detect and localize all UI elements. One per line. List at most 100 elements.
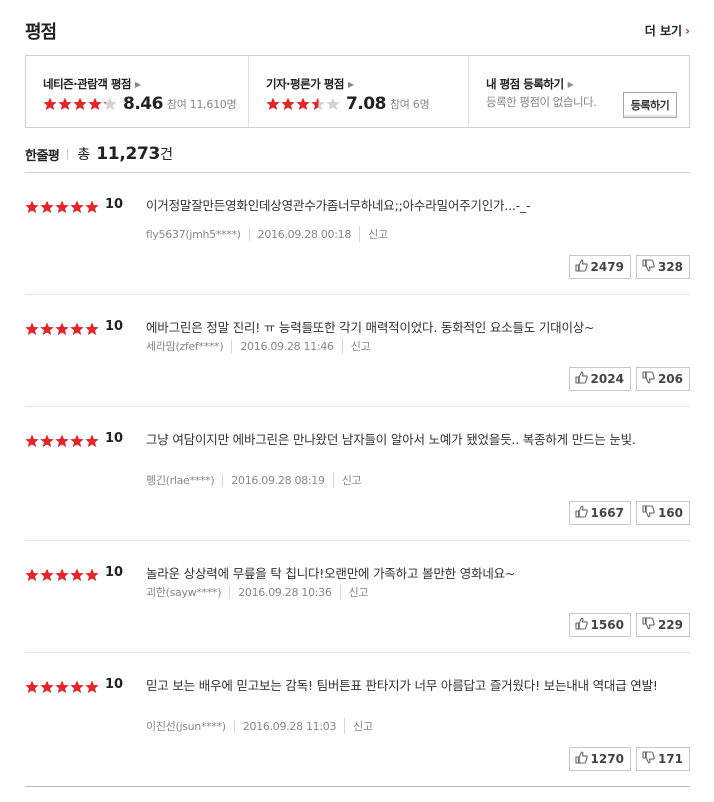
review-user[interactable]: 이진선(jsun****) [146, 718, 226, 734]
review-stars [25, 567, 99, 581]
dislike-button[interactable]: 160 [635, 501, 690, 525]
like-button[interactable]: 2479 [568, 255, 631, 279]
dislike-button[interactable]: 171 [635, 747, 690, 771]
review-meta: 이진선(jsun****) 2016.09.28 11:03 신고 [146, 718, 373, 734]
review-stars [25, 679, 99, 693]
like-button[interactable]: 1560 [568, 613, 631, 637]
report-link[interactable]: 신고 [359, 226, 388, 242]
review-meta: fly5637(jmh5****) 2016.09.28 00:18 신고 [146, 226, 388, 242]
section-title: 평점 [25, 22, 57, 43]
star-icon [85, 322, 99, 335]
star-icon [55, 680, 69, 693]
star-icon [40, 434, 54, 447]
like-count[interactable]: 1667 [591, 506, 624, 520]
register-rating-button[interactable]: 등록하기 [623, 92, 677, 118]
thumbs-up-icon [574, 617, 591, 633]
chevron-right-icon[interactable]: › [685, 24, 690, 38]
like-count[interactable]: 1560 [591, 618, 624, 632]
review-user[interactable]: 괴한(sayw****) [146, 584, 222, 600]
star-icon [25, 434, 39, 447]
review-meta: 괴한(sayw****) 2016.09.28 10:36 신고 [146, 584, 369, 600]
star-icon [70, 322, 84, 335]
netizen-stars [43, 97, 117, 111]
star-icon [85, 434, 99, 447]
more-label[interactable]: 더 보기 [645, 24, 682, 38]
dislike-button[interactable]: 206 [635, 367, 690, 391]
star-icon [70, 434, 84, 447]
star-icon [25, 200, 39, 213]
review-user[interactable]: 세라맘(zfef****) [146, 338, 224, 354]
more-link[interactable]: 더 보기 › [645, 22, 690, 39]
thumbs-up-svg [574, 259, 588, 272]
review-date: 2016.09.28 00:18 [248, 227, 351, 241]
star-icon [55, 434, 69, 447]
review-score: 10 [105, 319, 124, 334]
star-icon [70, 568, 84, 581]
like-count[interactable]: 2024 [591, 372, 624, 386]
star-icon [85, 568, 99, 581]
total-count: 11,273 [96, 144, 161, 164]
my-rating-link[interactable]: 내 평점 등록하기 ▶ [486, 76, 574, 92]
thumbs-up-svg [574, 505, 588, 518]
star-icon [73, 97, 87, 110]
tab-one-line-review[interactable]: 한줄평 [25, 145, 60, 164]
thumbs-down-icon [642, 617, 658, 633]
star-rating-icon [25, 434, 99, 447]
my-rating-label[interactable]: 내 평점 등록하기 [486, 77, 564, 91]
thumbs-down-svg [642, 505, 655, 518]
triangle-right-icon: ▶ [135, 80, 141, 89]
review-score: 10 [105, 677, 124, 692]
star-icon [70, 680, 84, 693]
review-date: 2016.09.28 11:03 [233, 719, 336, 733]
dislike-count[interactable]: 229 [658, 618, 683, 632]
like-button[interactable]: 2024 [568, 367, 631, 391]
review-text: 그냥 여담이지만 에바그린은 만나왔던 남자들이 알아서 노예가 됐었을듯.. … [146, 432, 636, 447]
dislike-count[interactable]: 171 [658, 752, 683, 766]
thumbs-down-icon [642, 505, 658, 521]
thumbs-up-icon [574, 505, 591, 521]
like-count[interactable]: 1270 [591, 752, 624, 766]
report-link[interactable]: 신고 [339, 584, 369, 600]
star-rating-icon [266, 97, 340, 110]
critic-rating-link[interactable]: 기자·평론가 평점 ▶ [266, 76, 354, 92]
report-link[interactable]: 신고 [344, 718, 373, 734]
review-date: 2016.09.28 08:19 [222, 473, 325, 487]
thumbs-down-icon [642, 751, 658, 767]
like-count[interactable]: 2479 [591, 260, 624, 274]
review-item: 10 믿고 보는 배우에 믿고보는 감독! 팀버튼표 판타지가 너무 아름답고 … [25, 653, 690, 787]
dislike-count[interactable]: 160 [658, 506, 683, 520]
thumbs-down-icon [642, 371, 658, 387]
thumbs-down-svg [642, 751, 655, 764]
thumbs-up-icon [574, 371, 591, 387]
review-date: 2016.09.28 10:36 [229, 585, 332, 599]
netizen-rating-link[interactable]: 네티즌·관람객 평점 ▶ [43, 76, 141, 92]
critic-rating-label[interactable]: 기자·평론가 평점 [266, 77, 344, 91]
dislike-count[interactable]: 328 [658, 260, 683, 274]
like-button[interactable]: 1667 [568, 501, 631, 525]
thumbs-down-svg [642, 259, 655, 272]
review-score: 10 [105, 565, 124, 580]
star-icon [281, 97, 295, 110]
thumbs-down-svg [642, 617, 655, 630]
netizen-rating-label[interactable]: 네티즌·관람객 평점 [43, 77, 132, 91]
star-icon [266, 97, 280, 110]
review-item: 10 에바그린은 정말 진리! ㅠ 능력들또한 각기 매력적이었다. 동화적인 … [25, 295, 690, 407]
dislike-count[interactable]: 206 [658, 372, 683, 386]
star-icon [70, 200, 84, 213]
star-icon [55, 568, 69, 581]
star-icon [40, 568, 54, 581]
review-user[interactable]: 펭긴(rlae****) [146, 472, 215, 488]
dislike-button[interactable]: 229 [635, 613, 690, 637]
review-stars [25, 321, 99, 335]
star-icon [85, 680, 99, 693]
total-unit: 건 [160, 147, 173, 163]
star-rating-icon [25, 322, 99, 335]
star-empty-icon [326, 97, 340, 110]
divider [67, 148, 69, 160]
dislike-button[interactable]: 328 [635, 255, 690, 279]
report-link[interactable]: 신고 [341, 338, 371, 354]
review-user[interactable]: fly5637(jmh5****) [146, 228, 241, 241]
report-link[interactable]: 신고 [332, 472, 362, 488]
like-button[interactable]: 1270 [568, 747, 631, 771]
critic-participants: 참여 6명 [389, 98, 430, 111]
